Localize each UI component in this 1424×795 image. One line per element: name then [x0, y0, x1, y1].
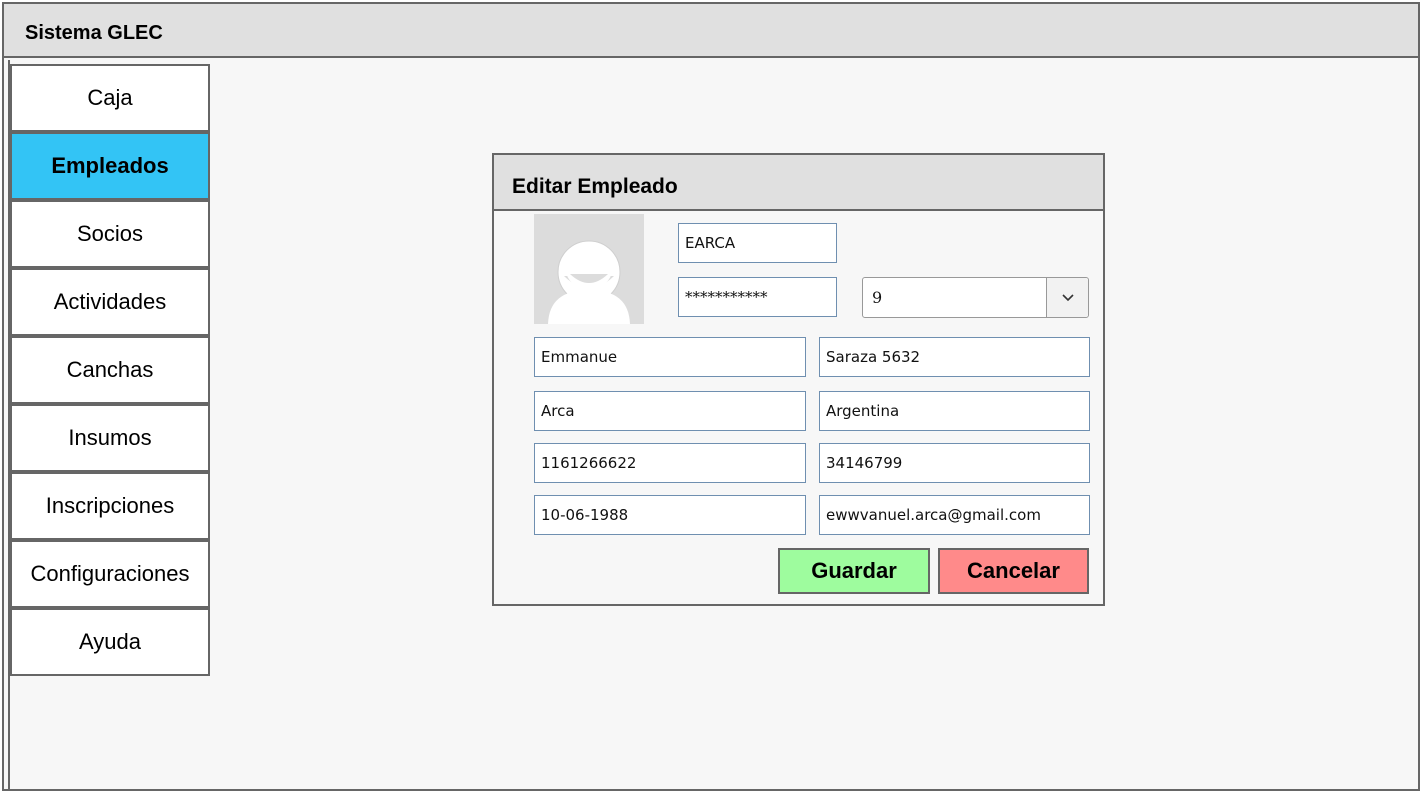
dialog-header: Editar Empleado [494, 155, 1103, 211]
save-button[interactable]: Guardar [778, 548, 930, 594]
address-field[interactable] [819, 337, 1090, 377]
first-name-field[interactable] [534, 337, 806, 377]
sidebar-item-actividades[interactable]: Actividades [10, 268, 210, 336]
level-select-value: 9 [872, 288, 883, 307]
app-title: Sistema GLEC [25, 22, 163, 44]
sidebar-item-label: Canchas [66, 357, 154, 382]
sidebar-item-configuraciones[interactable]: Configuraciones [10, 540, 210, 608]
level-select[interactable]: 9 [862, 277, 1089, 318]
dialog-title: Editar Empleado [512, 175, 678, 198]
sidebar-item-canchas[interactable]: Canchas [10, 336, 210, 404]
phone-field[interactable] [534, 443, 806, 483]
password-field[interactable] [678, 277, 837, 317]
sidebar-item-label: Socios [76, 221, 144, 246]
sidebar-item-caja[interactable]: Caja [10, 64, 210, 132]
dni-field[interactable] [819, 443, 1090, 483]
sidebar-item-empleados[interactable]: Empleados [10, 132, 210, 200]
email-field[interactable] [819, 495, 1090, 535]
sidebar-item-socios[interactable]: Socios [10, 200, 210, 268]
country-field[interactable] [819, 391, 1090, 431]
birthdate-field[interactable] [534, 495, 806, 535]
title-bar: Sistema GLEC [4, 4, 1418, 58]
sidebar-item-label: Caja [87, 85, 133, 110]
edit-employee-dialog: Editar Empleado 9 Guardar Cancelar [492, 153, 1105, 606]
username-field[interactable] [678, 223, 837, 263]
last-name-field[interactable] [534, 391, 806, 431]
sidebar-item-insumos[interactable]: Insumos [10, 404, 210, 472]
sidebar-item-label: Configuraciones [30, 561, 190, 586]
sidebar-item-label: Insumos [68, 425, 152, 450]
sidebar-item-label: Ayuda [79, 629, 141, 654]
user-avatar-icon [534, 214, 644, 324]
chevron-down-icon[interactable] [1046, 278, 1088, 317]
sidebar-item-inscripciones[interactable]: Inscripciones [10, 472, 210, 540]
sidebar-item-label: Actividades [53, 289, 167, 314]
sidebar-item-label: Empleados [51, 153, 169, 178]
cancel-button[interactable]: Cancelar [938, 548, 1089, 594]
sidebar-item-label: Inscripciones [45, 493, 175, 518]
sidebar-item-ayuda[interactable]: Ayuda [10, 608, 210, 676]
